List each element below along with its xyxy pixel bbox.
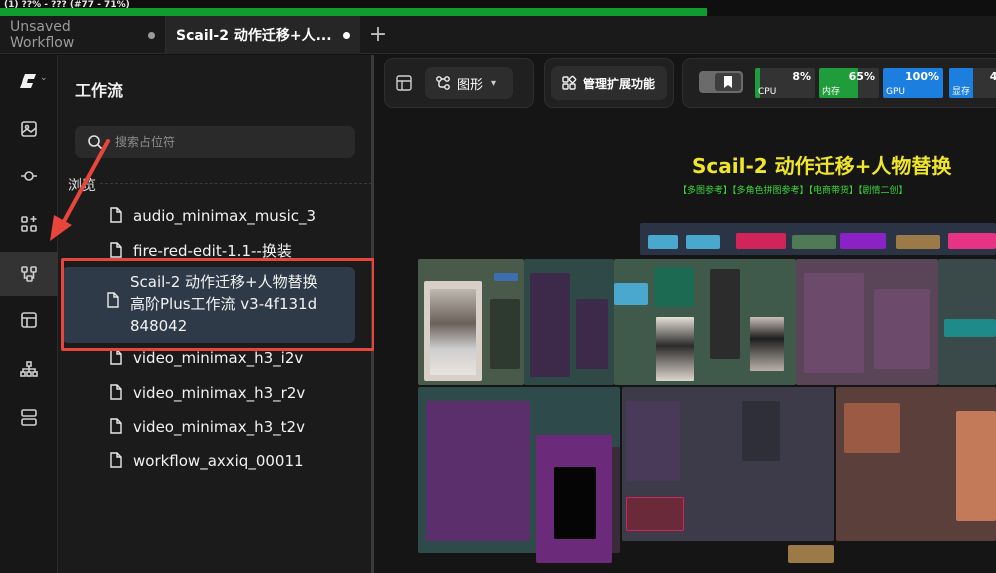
- annotation-highlight-box: [61, 258, 375, 351]
- workflow-item[interactable]: video_minimax_h3_r2v: [62, 382, 355, 404]
- logo-button[interactable]: ⌄: [0, 59, 58, 103]
- vram-label: 显存: [952, 87, 971, 97]
- view-mode-dropdown[interactable]: 图形 ▾: [425, 67, 513, 99]
- unsaved-dot-icon: [343, 31, 350, 39]
- canvas-subtitle: 【多图参考】【多角色拼图参考】【电商带货】【剧情二创】: [678, 186, 908, 196]
- canvas-title: Scail-2 动作迁移+人物替换: [692, 154, 952, 178]
- node-group[interactable]: [622, 387, 834, 541]
- node[interactable]: [788, 545, 834, 563]
- file-icon: [110, 384, 122, 400]
- sidebar-title: 工作流: [75, 81, 124, 100]
- node-group[interactable]: [836, 387, 996, 541]
- tab-label: Scail-2 动作迁移+人...: [176, 28, 332, 44]
- gpu-value: 100%: [905, 70, 939, 83]
- tab-bar: Unsaved Workflow Scail-2 动作迁移+人... +: [0, 16, 996, 54]
- vram-value: 40: [989, 70, 996, 83]
- graph-icon: [436, 76, 450, 90]
- node-group[interactable]: [524, 259, 614, 385]
- cpu-label: CPU: [758, 87, 777, 97]
- search-input[interactable]: [115, 126, 345, 158]
- vram-meter: 40 显存: [949, 68, 996, 98]
- workflow-item-label: audio_minimax_music_3: [133, 207, 317, 225]
- tab-unsaved-workflow[interactable]: Unsaved Workflow: [0, 16, 166, 54]
- models-icon: [21, 216, 37, 232]
- sidebar-rail: ⌄: [0, 55, 58, 573]
- node-group[interactable]: [418, 259, 524, 385]
- tab-scail-workflow[interactable]: Scail-2 动作迁移+人...: [166, 16, 360, 54]
- chevron-down-icon: ▾: [491, 77, 497, 89]
- node-group[interactable]: [796, 259, 938, 385]
- progress-strip: (1) ??% - ??? (#77 - 71%): [0, 0, 996, 16]
- extensions-icon: [562, 75, 577, 90]
- queue-icon: [21, 409, 37, 426]
- tab-label: Unsaved Workflow: [10, 19, 75, 51]
- rail-workflows[interactable]: [0, 252, 58, 296]
- manage-extensions-button[interactable]: 管理扩展功能: [551, 66, 667, 100]
- node-group[interactable]: [614, 259, 796, 385]
- ram-meter: 65% 内存: [819, 68, 879, 98]
- file-icon: [110, 349, 122, 365]
- node-group[interactable]: [938, 259, 996, 385]
- workflows-icon: [21, 266, 37, 282]
- workflow-item-label: video_minimax_h3_t2v: [133, 418, 305, 436]
- extensions-toolbar: 管理扩展功能: [544, 58, 674, 108]
- workflow-item-label: workflow_axxiq_00011: [133, 452, 304, 470]
- rail-templates[interactable]: [0, 298, 58, 342]
- templates-icon: [21, 312, 37, 328]
- gpu-label: GPU: [886, 87, 905, 97]
- panel-toggle-icon[interactable]: [395, 74, 413, 92]
- node-library-icon: [20, 361, 38, 377]
- workflow-item[interactable]: video_minimax_h3_t2v: [62, 416, 355, 438]
- cpu-value: 8%: [792, 70, 811, 83]
- node-group[interactable]: [536, 435, 612, 563]
- progress-text: (1) ??% - ??? (#77 - 71%): [4, 0, 130, 10]
- resource-monitor: 8% CPU 65% 内存 100% GPU 40 显存: [682, 58, 996, 108]
- cpu-meter: 8% CPU: [755, 68, 815, 98]
- workflow-item-label: video_minimax_h3_r2v: [133, 384, 306, 402]
- workflow-item[interactable]: workflow_axxiq_00011: [62, 450, 355, 472]
- view-toolbar: 图形 ▾: [384, 58, 534, 108]
- rail-queue[interactable]: [0, 395, 58, 439]
- bookmark-toggle[interactable]: [699, 71, 743, 93]
- node-group[interactable]: [640, 223, 996, 255]
- nodes-icon: [21, 171, 37, 181]
- view-mode-label: 图形: [457, 77, 484, 93]
- workflow-canvas[interactable]: 图形 ▾ 管理扩展功能 8% CPU 65% 内存 100% GPU 4 显存 …: [374, 55, 996, 573]
- ram-label: 内存: [822, 87, 841, 97]
- images-icon: [21, 121, 37, 137]
- ram-value: 65%: [848, 70, 875, 83]
- unsaved-dot-icon: [148, 31, 155, 39]
- bookmark-icon: [724, 76, 732, 88]
- chevron-down-icon: ⌄: [40, 73, 48, 83]
- divider: [100, 183, 372, 184]
- gpu-meter: 100% GPU: [883, 68, 943, 98]
- manage-extensions-label: 管理扩展功能: [583, 76, 656, 91]
- rail-node-library[interactable]: [0, 347, 58, 391]
- file-icon: [110, 452, 122, 468]
- file-icon: [110, 418, 122, 434]
- annotation-arrow-icon: [50, 139, 110, 241]
- new-tab-button[interactable]: +: [364, 21, 392, 49]
- logo-icon: [20, 74, 36, 88]
